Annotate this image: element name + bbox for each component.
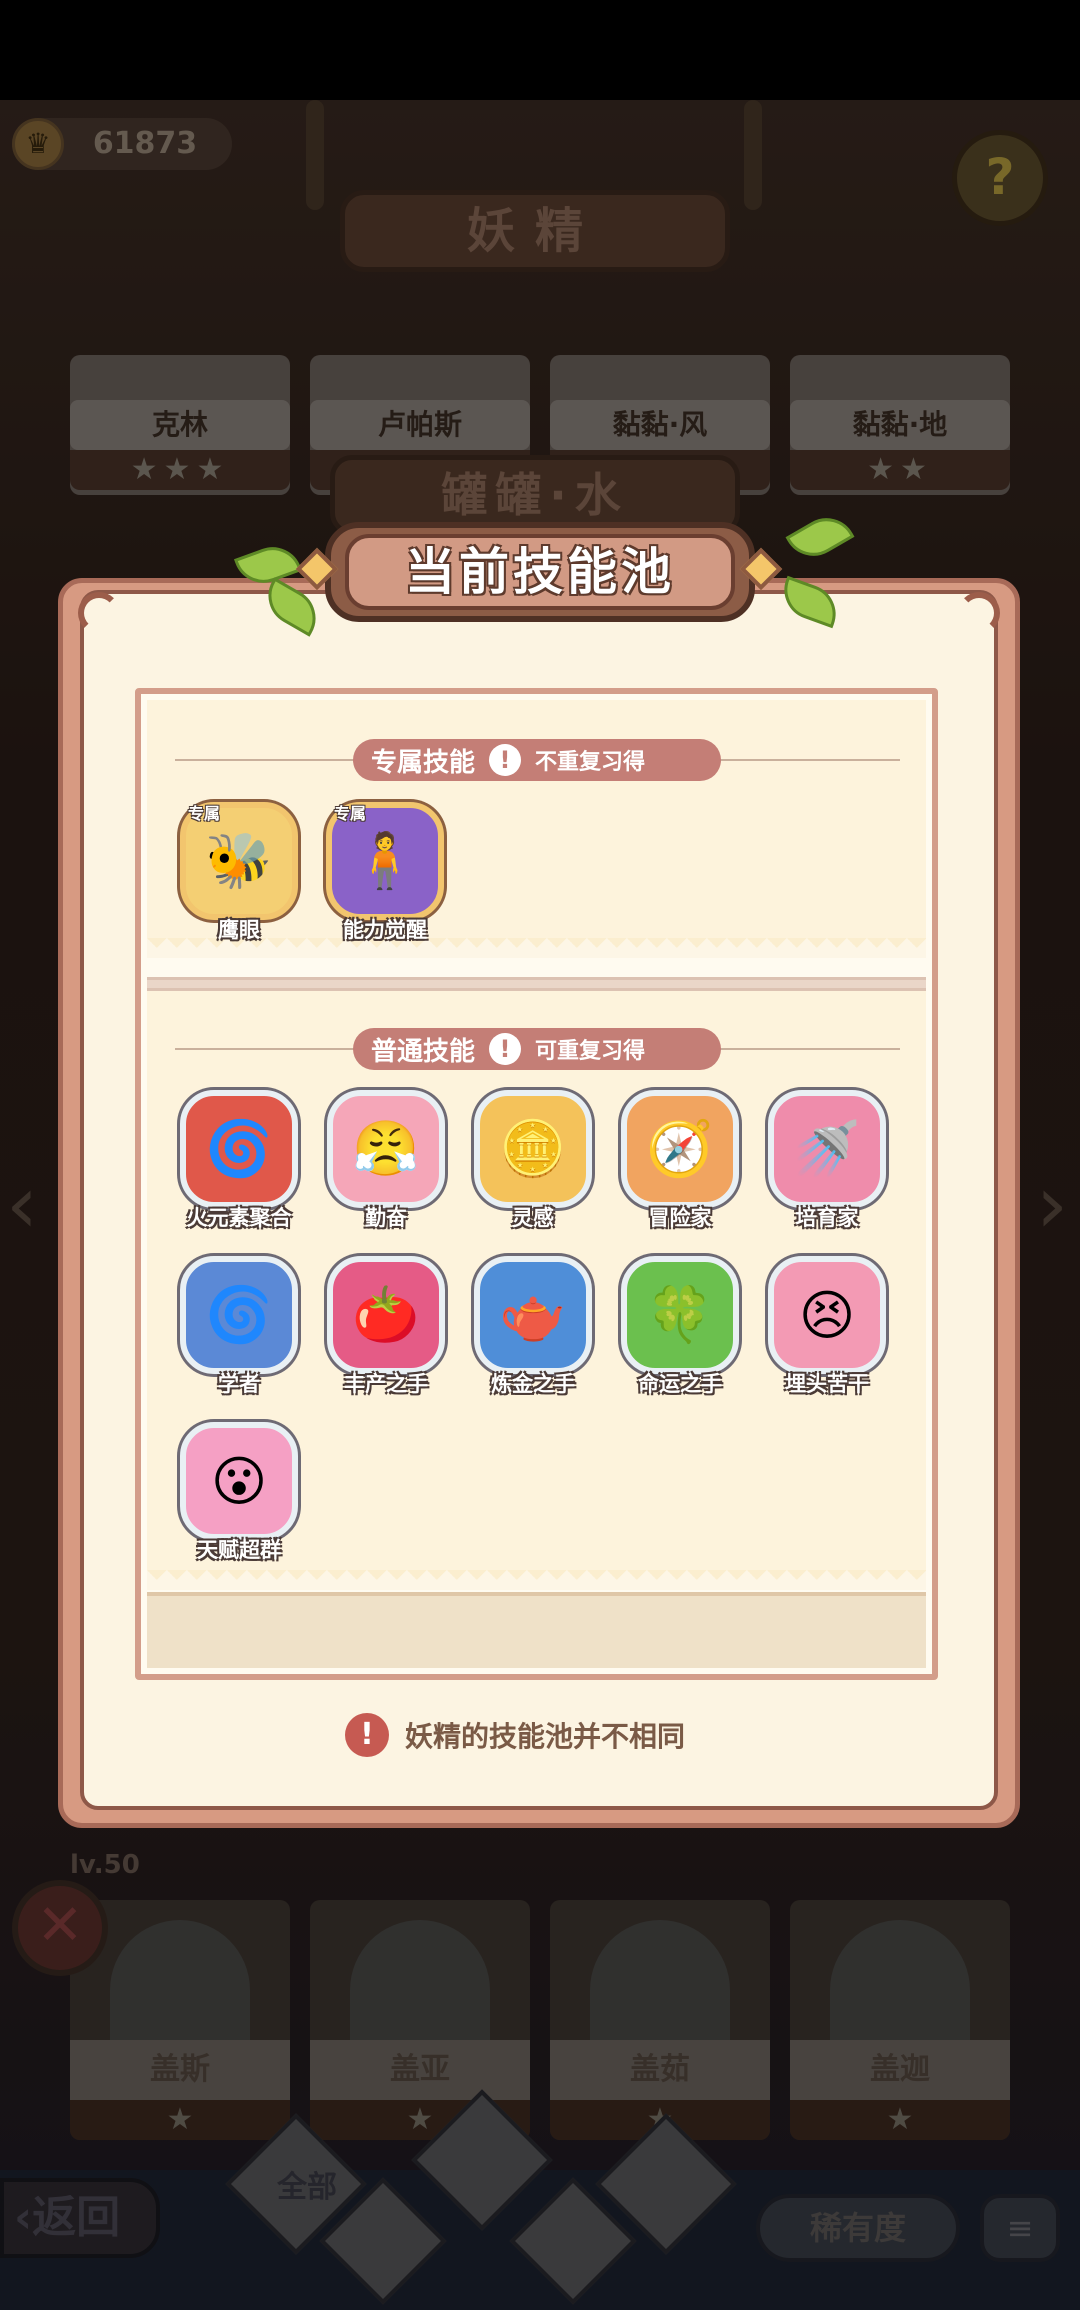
bee-icon: 🐝 专属 (180, 802, 298, 920)
compass-icon: 🧭 (621, 1090, 739, 1208)
skill-name: 学者 (218, 1372, 260, 1396)
notice-row: ! 妖精的技能池并不相同 (345, 1710, 685, 1760)
skill-harvest-hand[interactable]: 🍅 丰产之手 (324, 1256, 448, 1398)
surprised-face-icon: 😮 (180, 1422, 298, 1540)
warning-icon: ! (345, 1713, 389, 1757)
skill-name: 冒险家 (648, 1206, 712, 1230)
exclusive-skills-header: 专属技能 ! 不重复习得 (353, 739, 721, 781)
modal-title: 当前技能池 (345, 534, 735, 610)
strained-face-icon: 😣 (768, 1256, 886, 1374)
skill-name: 能力觉醒 (343, 918, 427, 942)
skill-name: 丰产之手 (344, 1372, 428, 1396)
skill-name: 灵感 (512, 1206, 554, 1230)
spiral-icon: 🌀 (180, 1090, 298, 1208)
skill-diligence[interactable]: 😤 勤奋 (324, 1090, 448, 1232)
warning-icon: ! (489, 1033, 522, 1065)
exclusive-tag: 专属 (188, 804, 221, 823)
skill-name: 培育家 (795, 1206, 859, 1230)
notice-text: 妖精的技能池并不相同 (405, 1720, 686, 1753)
skill-scholar[interactable]: 🌀 学者 (177, 1256, 301, 1398)
common-label: 普通技能 (371, 1036, 476, 1067)
skill-name: 鹰眼 (218, 918, 260, 942)
determined-face-icon: 😤 (327, 1090, 445, 1208)
clover-icon: 🍀 (621, 1256, 739, 1374)
figure-icon: 🧍 专属 (326, 802, 444, 920)
skill-adventurer[interactable]: 🧭 冒险家 (618, 1090, 742, 1232)
skill-list-footer (147, 1592, 926, 1668)
corner-swirl-icon (78, 592, 120, 634)
skill-eagle-eye[interactable]: 🐝 专属 鹰眼 (177, 802, 301, 944)
skill-name: 命运之手 (638, 1372, 722, 1396)
skill-breeder[interactable]: 🚿 培育家 (765, 1090, 889, 1232)
cauldron-icon: 🫖 (474, 1256, 592, 1374)
skill-alchemy-hand[interactable]: 🫖 炼金之手 (471, 1256, 595, 1398)
common-skills-header: 普通技能 ! 可重复习得 (353, 1028, 721, 1070)
skill-inspiration[interactable]: 🪙 灵感 (471, 1090, 595, 1232)
exclusive-label: 专属技能 (371, 747, 476, 778)
skill-name: 火元素聚合 (186, 1206, 292, 1230)
tomato-icon: 🍅 (327, 1256, 445, 1374)
skill-name: 勤奋 (365, 1206, 407, 1230)
skill-name: 炼金之手 (491, 1372, 575, 1396)
shell-icon: 🌀 (180, 1256, 298, 1374)
exclusive-tag: 专属 (334, 804, 367, 823)
zigzag-edge (147, 1570, 926, 1590)
section-divider (147, 977, 926, 991)
common-note: 可重复习得 (535, 1039, 646, 1064)
warning-icon: ! (489, 744, 522, 776)
skill-name: 埋头苦干 (785, 1372, 869, 1396)
skill-awakening[interactable]: 🧍 专属 能力觉醒 (323, 802, 447, 944)
skill-fate-hand[interactable]: 🍀 命运之手 (618, 1256, 742, 1398)
skill-fire-fusion[interactable]: 🌀 火元素聚合 (177, 1090, 301, 1232)
corner-swirl-icon (958, 592, 1000, 634)
pot-icon: 🪙 (474, 1090, 592, 1208)
skill-hard-work[interactable]: 😣 埋头苦干 (765, 1256, 889, 1398)
skill-name: 天赋超群 (197, 1538, 281, 1562)
skill-gifted[interactable]: 😮 天赋超群 (177, 1422, 301, 1564)
exclusive-note: 不重复习得 (535, 750, 646, 775)
watering-can-icon: 🚿 (768, 1090, 886, 1208)
